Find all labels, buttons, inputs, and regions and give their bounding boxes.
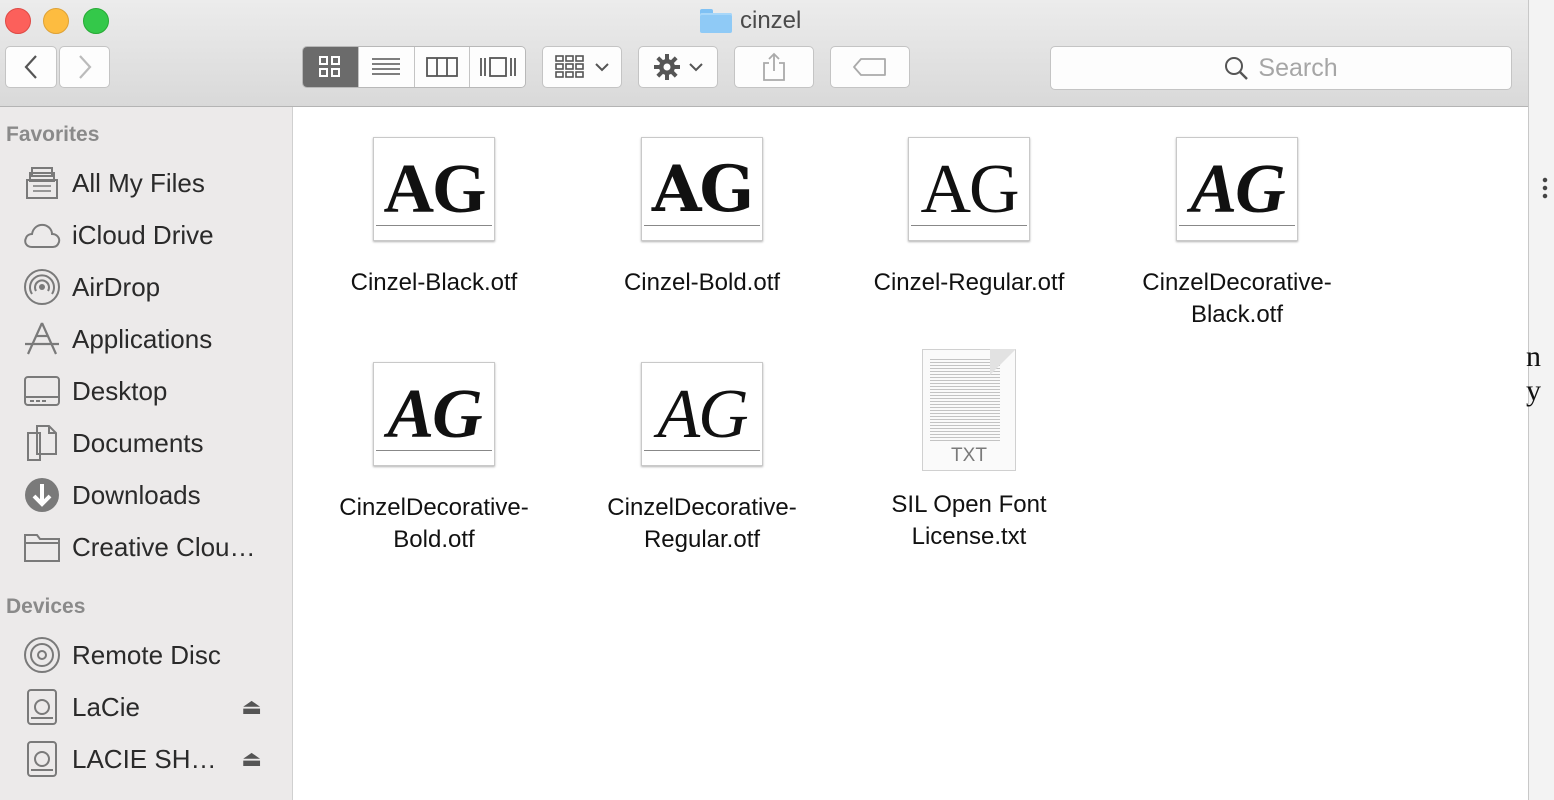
sidebar-item-label: Desktop <box>72 375 168 406</box>
window-title-text: cinzel <box>740 7 802 34</box>
text-file-icon: TXT <box>922 349 1016 471</box>
share-icon <box>763 52 785 81</box>
folder-icon <box>22 527 62 567</box>
file-item[interactable]: AG CinzelDecorative- Bold.otf <box>314 362 554 556</box>
cover-flow-view-button[interactable] <box>470 47 525 87</box>
sidebar-item-label: AirDrop <box>72 271 161 302</box>
sidebar-item-label: All My Files <box>72 167 205 198</box>
sidebar-item-lacie-share[interactable]: LACIE SH… ⏏ <box>22 739 284 779</box>
sidebar-section-favorites: Favorites <box>6 123 100 146</box>
downloads-icon <box>22 475 62 515</box>
sidebar-item-desktop[interactable]: Desktop <box>22 371 284 411</box>
folder-icon <box>700 9 732 33</box>
chevron-right-icon <box>78 55 91 79</box>
documents-icon <box>22 423 62 463</box>
sidebar-section-devices: Devices <box>6 595 86 618</box>
file-name: CinzelDecorative- Regular.otf <box>607 494 797 553</box>
file-icon-view: AG Cinzel-Black.otf AG Cinzel-Bold.otf A… <box>293 107 1528 800</box>
file-name: Cinzel-Bold.otf <box>623 269 781 296</box>
sidebar-item-label: iCloud Drive <box>72 219 214 250</box>
drive-icon <box>22 739 62 779</box>
gear-icon <box>654 54 680 80</box>
chevron-down-icon <box>689 63 703 72</box>
sidebar-item-downloads[interactable]: Downloads <box>22 475 284 515</box>
arrange-button[interactable] <box>542 46 622 88</box>
sidebar-item-lacie[interactable]: LaCie ⏏ <box>22 687 284 727</box>
search-field[interactable]: Search <box>1050 46 1512 90</box>
file-item[interactable]: AG Cinzel-Regular.otf <box>849 137 1089 299</box>
background-window-text: n y <box>1526 340 1541 407</box>
file-name: CinzelDecorative- Black.otf <box>1142 269 1332 328</box>
font-file-icon: AG <box>1176 137 1298 241</box>
font-file-icon: AG <box>641 362 763 466</box>
close-window-button[interactable] <box>5 8 31 34</box>
file-name: Cinzel-Black.otf <box>350 269 518 296</box>
disc-icon <box>22 635 62 675</box>
applications-icon <box>22 319 62 359</box>
action-button[interactable] <box>638 46 718 88</box>
back-button[interactable] <box>5 46 57 88</box>
sidebar-item-icloud-drive[interactable]: iCloud Drive <box>22 215 284 255</box>
cover-flow-icon <box>479 57 516 77</box>
arrange-grid-icon <box>555 55 584 78</box>
file-item[interactable]: AG CinzelDecorative- Black.otf <box>1117 137 1357 331</box>
file-item[interactable]: AG Cinzel-Bold.otf <box>582 137 822 299</box>
airdrop-icon <box>22 267 62 307</box>
sidebar-item-documents[interactable]: Documents <box>22 423 284 463</box>
file-extension-label: TXT <box>951 445 987 466</box>
search-icon <box>1225 57 1249 80</box>
sidebar-item-remote-disc[interactable]: Remote Disc <box>22 635 284 675</box>
font-file-icon: AG <box>373 137 495 241</box>
drive-icon <box>22 687 62 727</box>
share-button[interactable] <box>734 46 814 88</box>
grid-icon <box>319 56 341 77</box>
file-name: SIL Open Font License.txt <box>891 491 1047 550</box>
chevron-down-icon <box>595 63 609 72</box>
chevron-left-icon <box>24 55 37 79</box>
all-files-icon <box>22 163 62 203</box>
font-file-icon: AG <box>373 362 495 466</box>
cloud-icon <box>22 215 62 255</box>
eject-icon[interactable]: ⏏ <box>241 694 262 720</box>
file-item[interactable]: AG CinzelDecorative- Regular.otf <box>582 362 822 556</box>
forward-button[interactable] <box>59 46 110 88</box>
sidebar-item-label: Applications <box>72 323 213 354</box>
list-view-button[interactable] <box>358 47 415 87</box>
desktop-icon <box>22 371 62 411</box>
titlebar: cinzel Search <box>0 0 1528 107</box>
sidebar-item-label: Downloads <box>72 479 201 510</box>
window-title: cinzel <box>700 4 801 38</box>
file-name: Cinzel-Regular.otf <box>873 269 1065 296</box>
sidebar-item-label: LaCie <box>72 691 140 722</box>
columns-icon <box>425 57 458 77</box>
eject-icon[interactable]: ⏏ <box>241 746 262 772</box>
sidebar-item-airdrop[interactable]: AirDrop <box>22 267 284 307</box>
search-placeholder: Search <box>1258 53 1338 82</box>
zoom-window-button[interactable] <box>83 8 109 34</box>
sidebar: Favorites All My Files iCloud Drive AirD… <box>0 107 293 800</box>
file-item[interactable]: AG Cinzel-Black.otf <box>314 137 554 299</box>
tags-button[interactable] <box>830 46 910 88</box>
file-item[interactable]: TXT SIL Open Font License.txt <box>849 349 1089 553</box>
finder-window: cinzel Search Favorites All My Files iCl… <box>0 0 1529 800</box>
file-name: CinzelDecorative- Bold.otf <box>339 494 529 553</box>
sidebar-item-label: LACIE SH… <box>72 743 217 774</box>
icon-view-button[interactable] <box>303 47 359 87</box>
minimize-window-button[interactable] <box>43 8 69 34</box>
tag-icon <box>853 58 886 76</box>
background-dots-icon <box>1540 176 1550 200</box>
view-switcher <box>302 46 526 88</box>
font-file-icon: AG <box>908 137 1030 241</box>
sidebar-item-applications[interactable]: Applications <box>22 319 284 359</box>
sidebar-item-creative-cloud[interactable]: Creative Clou… <box>22 527 284 567</box>
sidebar-item-label: Creative Clou… <box>72 531 256 562</box>
font-file-icon: AG <box>641 137 763 241</box>
sidebar-item-label: Documents <box>72 427 204 458</box>
column-view-button[interactable] <box>414 47 471 87</box>
sidebar-item-label: Remote Disc <box>72 639 221 670</box>
sidebar-item-all-my-files[interactable]: All My Files <box>22 163 284 203</box>
list-icon <box>372 58 401 75</box>
